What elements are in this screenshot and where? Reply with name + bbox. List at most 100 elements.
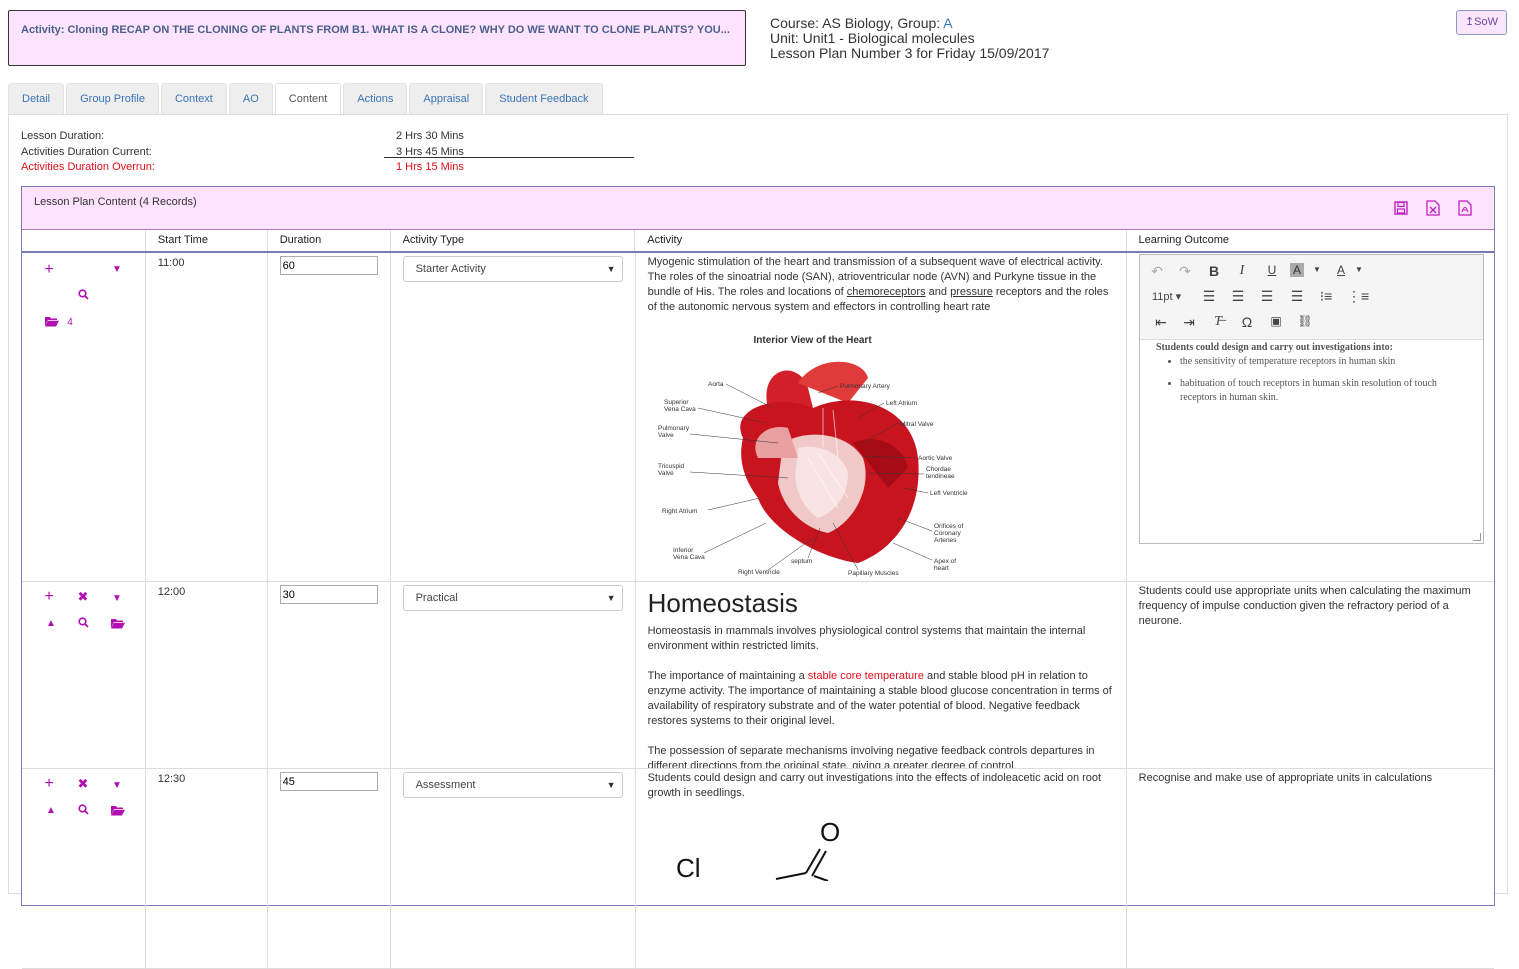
- search-icon[interactable]: [75, 803, 91, 817]
- excel-export-icon[interactable]: [1424, 199, 1442, 217]
- tab-detail[interactable]: Detail: [8, 83, 65, 115]
- table-row: + ✖ ▼ ▲ 12:30 Assessment ▼ Students coul…: [22, 769, 1494, 969]
- italic-icon[interactable]: I: [1233, 263, 1251, 279]
- svg-text:Papillary Muscles: Papillary Muscles: [848, 570, 899, 577]
- activity-type-select[interactable]: Practical ▼: [402, 585, 623, 611]
- duration-input[interactable]: [279, 585, 378, 604]
- add-icon[interactable]: +: [41, 262, 57, 278]
- svg-text:Vena Cava: Vena Cava: [664, 406, 696, 413]
- resource-count: 4: [67, 317, 73, 328]
- move-up-icon[interactable]: ▲: [43, 617, 59, 631]
- tab-student-feedback[interactable]: Student Feedback: [485, 83, 603, 115]
- col-activity[interactable]: Activity: [635, 230, 1127, 251]
- tab-context[interactable]: Context: [160, 83, 227, 115]
- align-justify-icon[interactable]: ☰: [1288, 288, 1306, 305]
- list-item: the sensitivity of temperature receptors…: [1180, 355, 1467, 369]
- move-down-icon[interactable]: ▼: [109, 592, 125, 606]
- activity-text-part: and: [925, 286, 951, 298]
- delete-icon[interactable]: ✖: [75, 777, 91, 791]
- move-up-icon[interactable]: ▲: [43, 804, 59, 818]
- editor-body[interactable]: Students could design and carry out inve…: [1140, 340, 1483, 543]
- current-duration-label: Activities Duration Current:: [21, 145, 152, 158]
- highlight-color-icon[interactable]: A: [1290, 263, 1304, 277]
- heart-illustration: [739, 361, 919, 563]
- search-icon[interactable]: [75, 288, 91, 302]
- summary-divider: [384, 157, 634, 158]
- col-learning-outcome[interactable]: Learning Outcome: [1127, 230, 1494, 251]
- svg-text:heart: heart: [934, 565, 949, 572]
- numbered-list-icon[interactable]: ⋮≡: [1347, 288, 1369, 305]
- svg-text:Arteries: Arteries: [934, 537, 957, 544]
- move-down-icon[interactable]: ▼: [109, 779, 125, 793]
- svg-text:septum: septum: [791, 558, 812, 565]
- tab-content[interactable]: Content: [274, 83, 342, 116]
- font-size-dropdown[interactable]: 11pt ▾: [1152, 290, 1192, 303]
- activity-type-value: Assessment: [415, 779, 476, 791]
- duration-input[interactable]: [279, 256, 378, 275]
- col-start-time[interactable]: Start Time: [146, 230, 268, 251]
- sow-button[interactable]: ↥SoW: [1456, 10, 1507, 35]
- align-center-icon[interactable]: ☰: [1229, 288, 1247, 305]
- move-down-icon[interactable]: ▼: [109, 263, 125, 277]
- activity-text: Students could design and carry out inve…: [636, 769, 1127, 968]
- tab-actions[interactable]: Actions: [343, 83, 408, 115]
- align-right-icon[interactable]: ☰: [1258, 288, 1276, 305]
- resize-handle[interactable]: [1473, 533, 1481, 541]
- special-character-icon[interactable]: Ω: [1238, 314, 1256, 330]
- indent-icon[interactable]: ⇥: [1180, 314, 1198, 331]
- font-size-value: 11pt: [1152, 291, 1173, 303]
- svg-text:Chordae: Chordae: [926, 466, 951, 473]
- save-icon[interactable]: [1392, 199, 1410, 217]
- activity-link-pressure[interactable]: pressure: [950, 286, 993, 298]
- tab-appraisal[interactable]: Appraisal: [409, 83, 484, 115]
- insert-image-icon[interactable]: ▣: [1267, 314, 1285, 328]
- text-color-icon[interactable]: A: [1332, 263, 1350, 277]
- svg-text:Left Ventricle: Left Ventricle: [930, 490, 968, 497]
- chevron-down-icon[interactable]: ▼: [1350, 265, 1368, 274]
- oxygen-label: O: [820, 817, 840, 847]
- bold-icon[interactable]: B: [1205, 263, 1223, 279]
- tab-ao[interactable]: AO: [228, 83, 273, 115]
- learning-outcome: Students could use appropriate units whe…: [1138, 585, 1471, 627]
- add-icon[interactable]: +: [41, 589, 57, 605]
- column-headers: Start Time Duration Activity Type Activi…: [22, 230, 1494, 253]
- duration-summary: Lesson Duration: 2 Hrs 30 Mins Activities…: [21, 129, 464, 176]
- list-item: habituation of touch receptors in human …: [1180, 377, 1467, 405]
- svg-text:Tricuspid: Tricuspid: [658, 463, 685, 470]
- activity-type-value: Practical: [415, 592, 458, 604]
- clear-format-icon[interactable]: T̶: [1209, 314, 1227, 330]
- activity-paragraph: The importance of maintaining a stable c…: [648, 669, 1114, 729]
- delete-icon[interactable]: ✖: [75, 590, 91, 604]
- chevron-down-icon: ▼: [606, 593, 616, 603]
- chemical-structure-image: O Cl: [676, 817, 840, 881]
- duration-input[interactable]: [279, 772, 378, 791]
- start-time: 12:00: [146, 582, 268, 768]
- activity-type-select[interactable]: Starter Activity ▼: [402, 256, 623, 282]
- redo-icon[interactable]: ↷: [1176, 263, 1194, 280]
- folder-open-icon[interactable]: [44, 315, 60, 329]
- col-activity-type[interactable]: Activity Type: [391, 230, 636, 251]
- tab-bar: Detail Group Profile Context AO Content …: [8, 83, 605, 116]
- add-icon[interactable]: +: [41, 776, 57, 792]
- activity-title: Activity: Cloning RECAP ON THE CLONING O…: [21, 24, 730, 36]
- insert-link-icon[interactable]: ⛓: [1296, 314, 1314, 328]
- activity-link-chemoreceptors[interactable]: chemoreceptors: [847, 286, 926, 298]
- group-link[interactable]: A: [943, 15, 952, 31]
- underline-icon[interactable]: U: [1263, 263, 1281, 277]
- outdent-icon[interactable]: ⇤: [1152, 314, 1170, 331]
- learning-outcome-editor[interactable]: ↶ ↷ B I U A ▼ A ▼ 11pt ▾ ☰ ☰ ☰ ☰ ⁝≡ ⋮≡ ⇤…: [1139, 254, 1484, 544]
- align-left-icon[interactable]: ☰: [1200, 288, 1218, 305]
- activity-type-select[interactable]: Assessment ▼: [402, 772, 623, 798]
- editor-toolbar: ↶ ↷ B I U A ▼ A ▼ 11pt ▾ ☰ ☰ ☰ ☰ ⁝≡ ⋮≡ ⇤…: [1140, 255, 1483, 340]
- bullet-list-icon[interactable]: ⁝≡: [1317, 288, 1335, 305]
- tab-group-profile[interactable]: Group Profile: [66, 83, 159, 115]
- search-icon[interactable]: [75, 616, 91, 630]
- activity-title-box: Activity: Cloning RECAP ON THE CLONING O…: [8, 10, 746, 66]
- undo-icon[interactable]: ↶: [1148, 263, 1166, 280]
- col-duration[interactable]: Duration: [268, 230, 391, 251]
- overrun-label: Activities Duration Overrun:: [21, 161, 155, 173]
- pdf-export-icon[interactable]: [1456, 199, 1474, 217]
- chevron-down-icon[interactable]: ▼: [1308, 265, 1326, 274]
- folder-open-icon[interactable]: [110, 617, 126, 631]
- folder-open-icon[interactable]: [110, 804, 126, 818]
